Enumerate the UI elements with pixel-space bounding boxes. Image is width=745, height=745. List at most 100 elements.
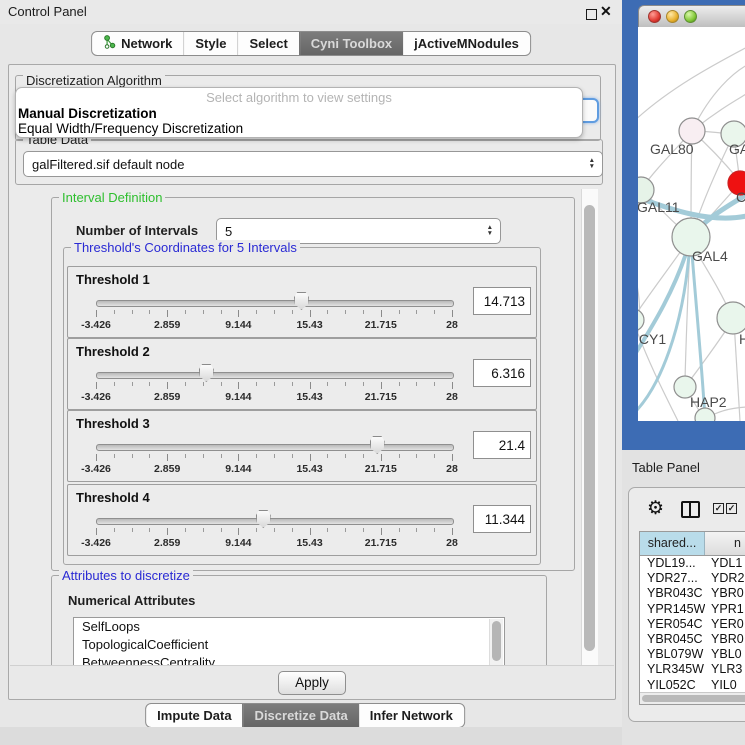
network-window: GAL80GACGAL11GAL4GCY1HAHAP2 (622, 0, 745, 450)
attributes-list-scrollbar[interactable] (489, 619, 503, 665)
slider-tick-label: -3.426 (66, 391, 126, 403)
tab-cyni-toolbox[interactable]: Cyni Toolbox (299, 32, 403, 55)
threshold-slider-thumb[interactable] (294, 292, 309, 310)
threshold-value-field[interactable]: 14.713 (473, 287, 531, 315)
checkbox-icon-2[interactable]: ✓ (726, 503, 737, 514)
threshold-slider-thumb[interactable] (256, 510, 271, 528)
slider-tick-label: 28 (422, 319, 482, 331)
thresholds-legend: Threshold's Coordinates for 5 Intervals (71, 240, 300, 255)
close-icon[interactable]: ✕ (600, 3, 612, 20)
threshold-value-field[interactable]: 11.344 (473, 505, 531, 533)
tab-network[interactable]: Network (92, 32, 183, 55)
table-data-combo[interactable]: galFiltered.sif default node ▲▼ (23, 151, 603, 177)
settings-scrollbar-thumb[interactable] (584, 205, 595, 651)
slider-tick (167, 310, 168, 317)
settings-scrollbar[interactable] (581, 189, 598, 665)
tab-jactivemnodules[interactable]: jActiveMNodules (403, 32, 530, 55)
mac-close-icon[interactable] (648, 10, 661, 23)
cell-name: YDR2 (705, 571, 745, 586)
threshold-slider-track[interactable] (96, 300, 454, 307)
slider-tick (238, 528, 239, 535)
table-row[interactable]: YBR045CYBR0 (640, 632, 745, 647)
attribute-list-item[interactable]: SelfLoops (74, 618, 504, 636)
network-node-label: GCY1 (638, 331, 666, 347)
network-node-ha[interactable] (717, 302, 745, 334)
table-row[interactable]: YER054CYER0 (640, 617, 745, 632)
attributes-list-scrollbar-thumb[interactable] (492, 621, 501, 661)
slider-tick (416, 310, 417, 314)
float-window-icon[interactable] (586, 9, 597, 20)
table-row[interactable]: YDR27...YDR2 (640, 571, 745, 586)
columns-icon[interactable] (681, 501, 700, 518)
algorithm-option-equal-width[interactable]: Equal Width/Frequency Discretization (16, 121, 582, 136)
threshold-box-3: Threshold 3-3.4262.8599.14415.4321.71528… (67, 410, 537, 482)
tab-impute-data[interactable]: Impute Data (146, 704, 242, 727)
checkbox-icon-1[interactable]: ✓ (713, 503, 724, 514)
threshold-value-field[interactable]: 6.316 (473, 359, 531, 387)
threshold-slider-thumb[interactable] (199, 364, 214, 382)
cell-shared-name: YPR145W (640, 602, 705, 617)
apply-button[interactable]: Apply (278, 671, 346, 695)
table-row[interactable]: YBL079WYBL0 (640, 647, 745, 662)
slider-tick (345, 310, 346, 314)
cell-name: YPR1 (705, 602, 745, 617)
gear-icon[interactable]: ⚙ (647, 497, 664, 520)
slider-tick-label: 9.144 (208, 319, 268, 331)
threshold-slider-thumb[interactable] (370, 436, 385, 454)
slider-tick (256, 528, 257, 532)
threshold-slider-track[interactable] (96, 444, 454, 451)
network-node-gcy1[interactable] (638, 309, 644, 331)
slider-tick (167, 382, 168, 389)
slider-tick-label: 28 (422, 537, 482, 549)
table-row[interactable]: YPR145WYPR1 (640, 602, 745, 617)
slider-tick (416, 454, 417, 458)
cell-shared-name: YBR045C (640, 632, 705, 647)
slider-tick-label: -3.426 (66, 463, 126, 475)
slider-tick-label: 21.715 (351, 537, 411, 549)
slider-tick (132, 528, 133, 532)
table-row[interactable]: YIL052CYIL0 (640, 678, 745, 693)
slider-tick (185, 454, 186, 458)
attribute-list-item[interactable]: TopologicalCoefficient (74, 636, 504, 654)
slider-tick-label: 15.43 (280, 319, 340, 331)
network-window-titlebar[interactable] (638, 5, 745, 29)
tab-infer-network[interactable]: Infer Network (359, 704, 464, 727)
network-node-label: HA (739, 331, 745, 347)
table-row[interactable]: YLR345WYLR3 (640, 662, 745, 677)
threshold-value-field[interactable]: 21.4 (473, 431, 531, 459)
mac-zoom-icon[interactable] (684, 10, 697, 23)
algorithm-option-manual[interactable]: Manual Discretization (16, 106, 582, 121)
table-data-value: galFiltered.sif default node (32, 157, 184, 172)
tab-discretize-data[interactable]: Discretize Data (243, 704, 359, 727)
numerical-attributes-list[interactable]: SelfLoopsTopologicalCoefficientBetweenne… (73, 617, 505, 667)
node-table[interactable]: shared... n YDL19...YDL1YDR27...YDR2YBR0… (639, 531, 745, 705)
table-hscrollbar-thumb[interactable] (642, 695, 745, 702)
table-row[interactable]: YBR043CYBR0 (640, 586, 745, 601)
slider-tick (434, 382, 435, 386)
column-header-shared-name[interactable]: shared... (640, 532, 705, 555)
cell-shared-name: YDL19... (640, 556, 705, 571)
slider-tick-label: 15.43 (280, 463, 340, 475)
table-hscrollbar[interactable] (640, 692, 745, 704)
algorithm-dropdown: Select algorithm to view settings Manual… (15, 87, 583, 138)
slider-tick (185, 310, 186, 314)
threshold-box-1: Threshold 1-3.4262.8599.14415.4321.71528… (67, 266, 537, 338)
slider-tick (327, 310, 328, 314)
slider-tick (416, 528, 417, 532)
threshold-slider-track[interactable] (96, 518, 454, 525)
threshold-label: Threshold 2 (76, 344, 150, 359)
table-row[interactable]: YDL19...YDL1 (640, 556, 745, 571)
cell-name: YBL0 (705, 647, 745, 662)
slider-tick-label: 9.144 (208, 537, 268, 549)
slider-tick (399, 382, 400, 386)
network-canvas[interactable]: GAL80GACGAL11GAL4GCY1HAHAP2 (638, 27, 745, 421)
slider-tick-label: -3.426 (66, 537, 126, 549)
slider-tick-label: 9.144 (208, 391, 268, 403)
threshold-label: Threshold 1 (76, 272, 150, 287)
mac-minimize-icon[interactable] (666, 10, 679, 23)
slider-tick (310, 454, 311, 461)
tab-style[interactable]: Style (183, 32, 237, 55)
threshold-slider-track[interactable] (96, 372, 454, 379)
tab-select[interactable]: Select (237, 32, 298, 55)
column-header-name[interactable]: n (705, 532, 745, 555)
